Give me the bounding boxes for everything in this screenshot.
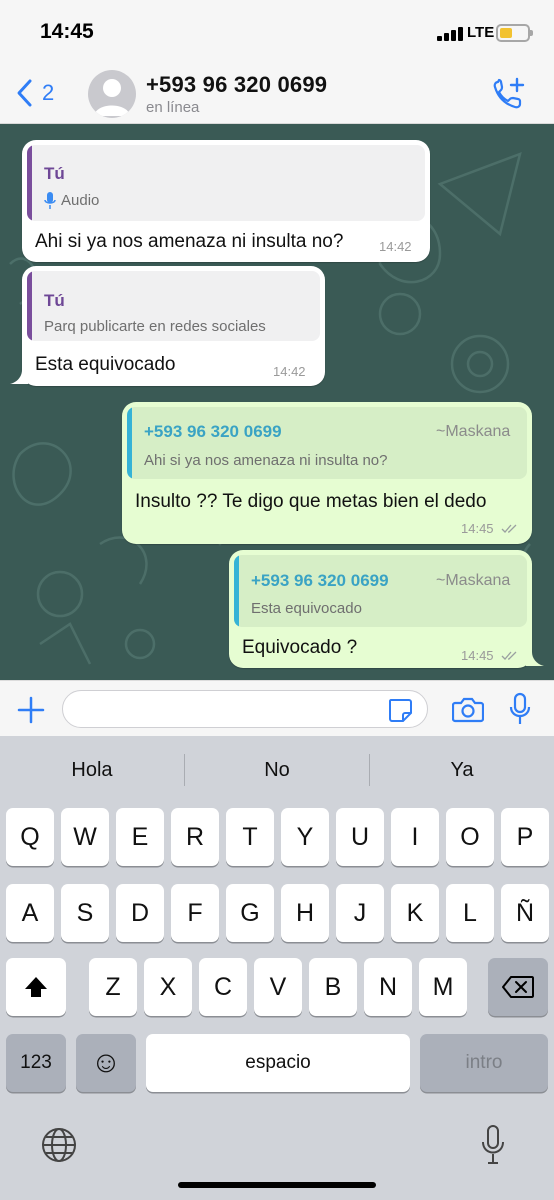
quote-author: Tú <box>44 291 65 310</box>
message-bubble-incoming[interactable]: Tú Parq publicarte en redes sociales Est… <box>22 266 325 386</box>
key-r[interactable]: R <box>171 808 219 866</box>
chat-area[interactable]: Tú Audio Ahi si ya nos amenaza ni insult… <box>0 124 554 680</box>
message-bubble-outgoing[interactable]: +593 96 320 0699 ~Maskana Esta equivocad… <box>229 550 532 668</box>
read-ticks-icon <box>501 524 517 533</box>
quoted-message[interactable]: +593 96 320 0699 ~Maskana Esta equivocad… <box>234 555 527 627</box>
quote-text: Audio <box>61 192 100 209</box>
message-input-bar <box>0 680 554 736</box>
key-e[interactable]: E <box>116 808 164 866</box>
message-time: 14:45 <box>461 648 494 663</box>
suggestion-ya[interactable]: Ya <box>370 736 554 804</box>
status-time: 14:45 <box>40 20 94 43</box>
quote-author: +593 96 320 0699 <box>144 422 282 441</box>
key-m[interactable]: M <box>419 958 467 1016</box>
message-text: Ahi si ya nos amenaza ni insulta no? <box>35 231 344 252</box>
suggestion-bar: Hola No Ya <box>0 736 554 804</box>
key-d[interactable]: D <box>116 884 164 942</box>
backspace-key[interactable] <box>488 958 548 1016</box>
back-button[interactable]: 2 <box>14 78 54 108</box>
add-call-icon[interactable] <box>490 76 526 112</box>
key-n[interactable]: N <box>364 958 412 1016</box>
key-t[interactable]: T <box>226 808 274 866</box>
key-p[interactable]: P <box>501 808 549 866</box>
key-w[interactable]: W <box>61 808 109 866</box>
shift-key[interactable] <box>6 958 66 1016</box>
sticker-icon[interactable] <box>387 697 413 723</box>
message-text: Esta equivocado <box>35 354 176 375</box>
message-time: 14:42 <box>273 364 306 379</box>
key-g[interactable]: G <box>226 884 274 942</box>
unread-count: 2 <box>42 80 55 105</box>
plus-icon[interactable] <box>16 695 46 725</box>
contact-name[interactable]: +593 96 320 0699 <box>146 72 327 98</box>
avatar[interactable] <box>88 70 136 118</box>
microphone-icon[interactable] <box>508 692 532 726</box>
message-time: 14:42 <box>379 239 412 254</box>
key-c[interactable]: C <box>199 958 247 1016</box>
quote-sender: ~Maskana <box>436 423 511 440</box>
contact-status: en línea <box>146 99 200 116</box>
network-type: LTE <box>467 24 495 41</box>
keyboard: Hola No Ya Q W E R T Y U I O P A S D F G… <box>0 736 554 1200</box>
message-text: Insulto ?? Te digo que metas bien el ded… <box>135 491 487 512</box>
message-bubble-outgoing[interactable]: +593 96 320 0699 ~Maskana Ahi si ya nos … <box>122 402 532 544</box>
microphone-icon <box>44 192 56 209</box>
globe-icon[interactable] <box>40 1126 78 1164</box>
key-x[interactable]: X <box>144 958 192 1016</box>
key-y[interactable]: Y <box>281 808 329 866</box>
message-text: Equivocado ? <box>242 637 358 658</box>
key-b[interactable]: B <box>309 958 357 1016</box>
avatar-placeholder-icon <box>94 79 130 116</box>
key-a[interactable]: A <box>6 884 54 942</box>
key-u[interactable]: U <box>336 808 384 866</box>
quote-author: +593 96 320 0699 <box>251 571 389 590</box>
chat-header: 2 +593 96 320 0699 en línea <box>0 62 554 124</box>
key-enye[interactable]: Ñ <box>501 884 549 942</box>
message-input[interactable] <box>62 690 428 728</box>
emoji-key[interactable]: ☺ <box>76 1034 136 1092</box>
return-key[interactable]: intro <box>420 1034 548 1092</box>
bubble-tail <box>10 370 28 384</box>
back-chevron-icon <box>17 79 32 107</box>
quote-text: Ahi si ya nos amenaza ni insulta no? <box>144 452 388 469</box>
home-indicator[interactable] <box>178 1182 376 1188</box>
key-k[interactable]: K <box>391 884 439 942</box>
quoted-message[interactable]: Tú Parq publicarte en redes sociales <box>27 271 320 341</box>
quote-text: Esta equivocado <box>251 600 362 617</box>
key-s[interactable]: S <box>61 884 109 942</box>
bubble-tail <box>526 652 544 666</box>
key-l[interactable]: L <box>446 884 494 942</box>
signal-icon <box>437 26 463 41</box>
key-f[interactable]: F <box>171 884 219 942</box>
shift-icon <box>25 977 47 997</box>
battery-icon <box>496 24 533 42</box>
key-q[interactable]: Q <box>6 808 54 866</box>
key-o[interactable]: O <box>446 808 494 866</box>
quote-sender: ~Maskana <box>436 572 511 589</box>
key-z[interactable]: Z <box>89 958 137 1016</box>
message-bubble-incoming[interactable]: Tú Audio Ahi si ya nos amenaza ni insult… <box>22 140 430 262</box>
microphone-icon[interactable] <box>480 1124 506 1166</box>
backspace-icon <box>502 976 534 998</box>
read-ticks-icon <box>501 651 517 660</box>
status-bar: 14:45 LTE <box>0 0 554 62</box>
quote-author: Tú <box>44 164 65 183</box>
quote-text: Parq publicarte en redes sociales <box>44 318 266 335</box>
suggestion-hola[interactable]: Hola <box>0 736 184 804</box>
numbers-key[interactable]: 123 <box>6 1034 66 1092</box>
key-j[interactable]: J <box>336 884 384 942</box>
camera-icon[interactable] <box>452 695 484 723</box>
quoted-message[interactable]: Tú Audio <box>27 145 425 221</box>
key-h[interactable]: H <box>281 884 329 942</box>
message-time: 14:45 <box>461 521 494 536</box>
quoted-message[interactable]: +593 96 320 0699 ~Maskana Ahi si ya nos … <box>127 407 527 479</box>
key-v[interactable]: V <box>254 958 302 1016</box>
space-key[interactable]: espacio <box>146 1034 410 1092</box>
key-i[interactable]: I <box>391 808 439 866</box>
suggestion-no[interactable]: No <box>185 736 369 804</box>
